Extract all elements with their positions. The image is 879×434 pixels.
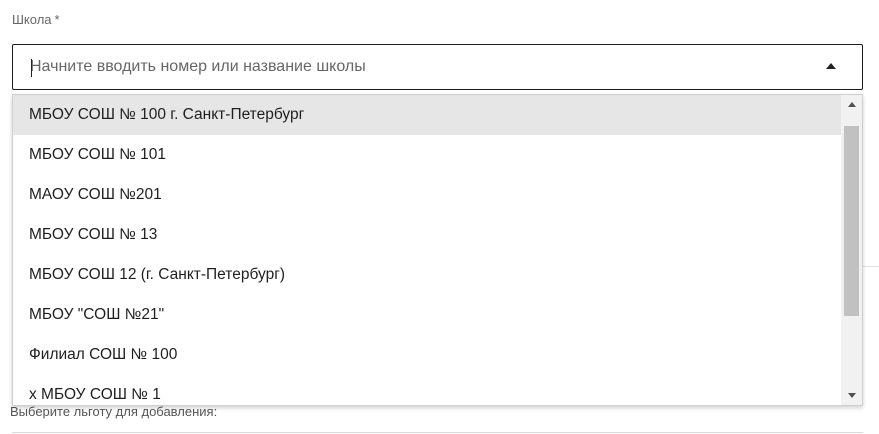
text-cursor: [31, 59, 32, 77]
dropdown-option[interactable]: Филиал СОШ № 100: [13, 335, 841, 375]
dropdown-option[interactable]: х МБОУ СОШ № 1: [13, 375, 841, 405]
scroll-down-button[interactable]: [841, 385, 862, 405]
scroll-up-arrow-icon: [848, 102, 856, 107]
school-select[interactable]: [12, 44, 863, 90]
scroll-thumb[interactable]: [844, 126, 859, 316]
options-list: МБОУ СОШ № 100 г. Санкт-Петербург МБОУ С…: [13, 95, 841, 405]
dropdown-option[interactable]: МБОУ "СОШ №21": [13, 295, 841, 335]
required-marker: *: [54, 12, 60, 27]
school-field-label: Школа *: [12, 12, 60, 27]
page: Школа* Выберите льготу для добавления: М…: [0, 0, 879, 434]
dropdown-option[interactable]: МБОУ СОШ № 100 г. Санкт-Петербург: [13, 95, 841, 135]
dropdown-option[interactable]: МАОУ СОШ №201: [13, 175, 841, 215]
scroll-down-arrow-icon: [848, 393, 856, 398]
benefit-field-underline: [12, 432, 863, 433]
dropdown-scrollbar[interactable]: [841, 95, 862, 405]
school-search-input[interactable]: [30, 45, 800, 89]
triangle-up-icon[interactable]: [826, 63, 836, 69]
dropdown-option[interactable]: МБОУ СОШ № 101: [13, 135, 841, 175]
school-dropdown-list: МБОУ СОШ № 100 г. Санкт-Петербург МБОУ С…: [12, 94, 863, 406]
school-label-text: Школа: [12, 12, 52, 27]
dropdown-option[interactable]: МБОУ СОШ 12 (г. Санкт-Петербург): [13, 255, 841, 295]
scroll-up-button[interactable]: [841, 95, 862, 115]
benefit-select-label: Выберите льготу для добавления:: [10, 404, 218, 419]
dropdown-option[interactable]: МБОУ СОШ № 13: [13, 215, 841, 255]
